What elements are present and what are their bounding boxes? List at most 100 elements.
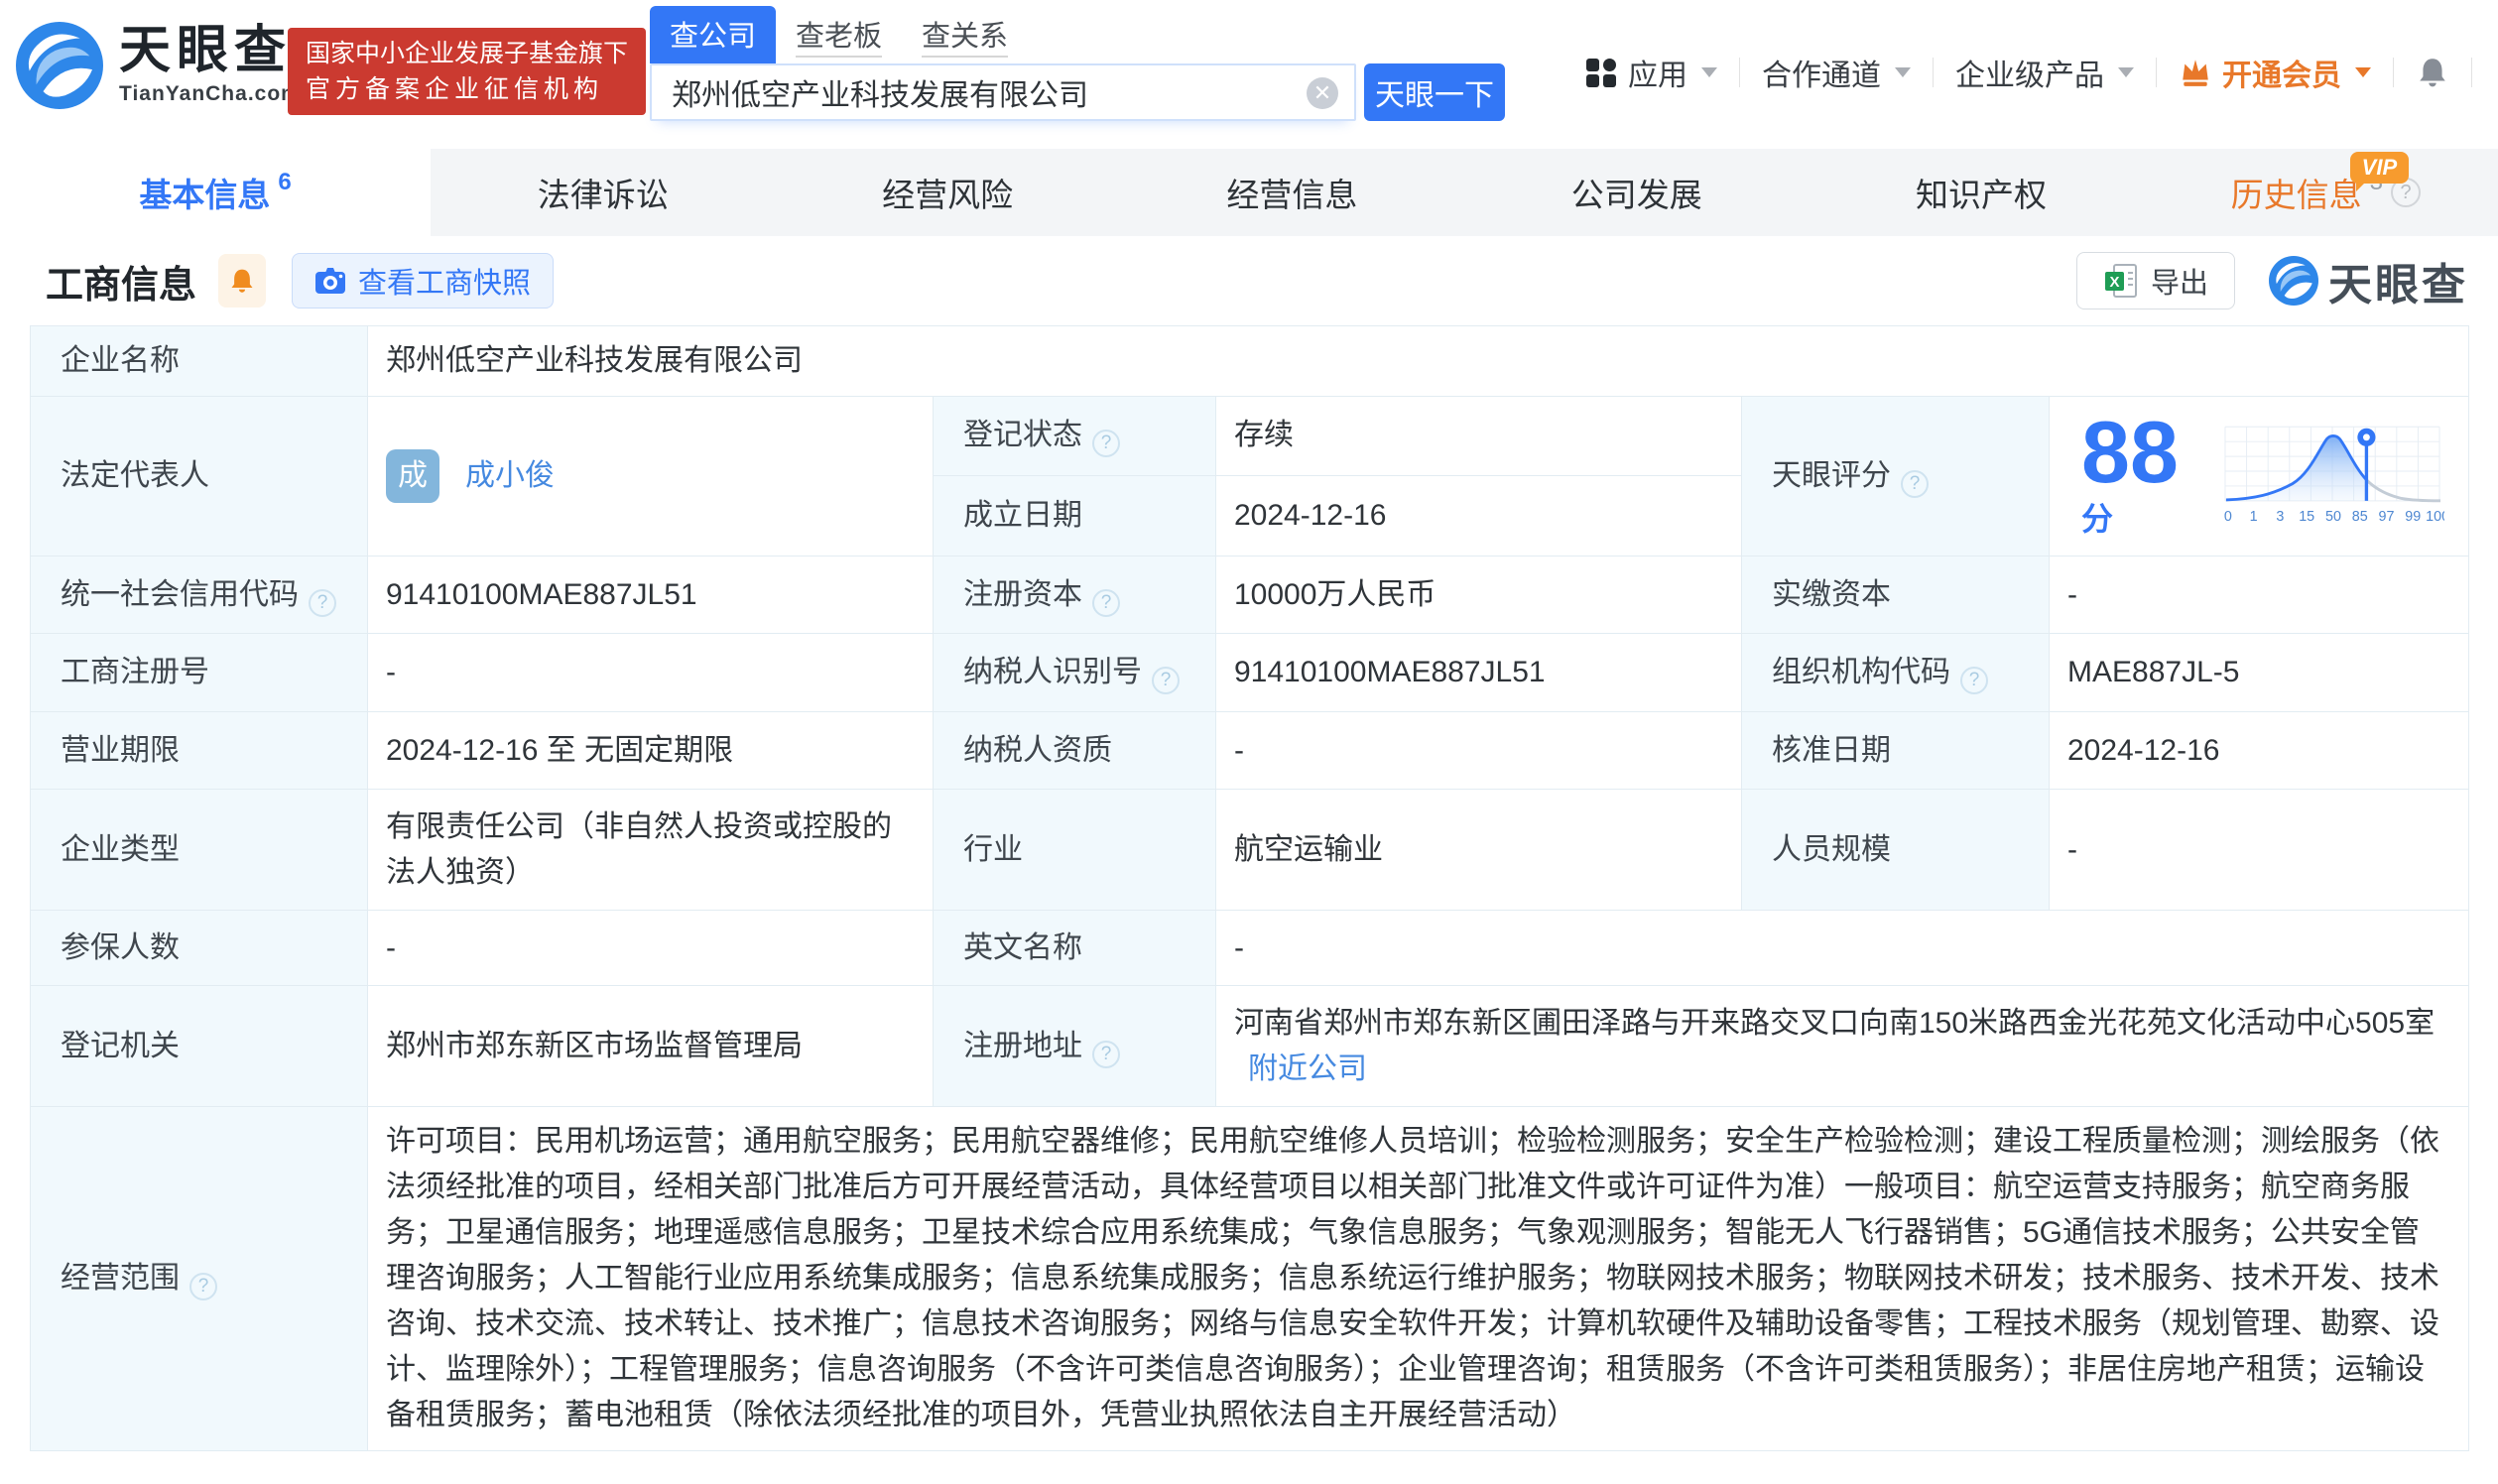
nav-apps[interactable]: 应用: [1562, 51, 1739, 94]
tianyancha-swirl-icon: [16, 22, 103, 109]
business-info-table: 企业名称 郑州低空产业科技发展有限公司 法定代表人 成 成小俊 登记状态 存续 …: [30, 325, 2469, 1451]
search-area: 查公司 查老板 查关系 天眼一下: [650, 6, 1505, 121]
tab-basic-info-count: 6: [278, 169, 291, 196]
tab-history[interactable]: 历史信息 3 VIP: [2154, 149, 2498, 236]
cell-insured-count-value: -: [368, 911, 934, 986]
cell-industry-label: 行业: [934, 790, 1216, 911]
cell-insured-count-label: 参保人数: [31, 911, 368, 986]
nav-notifications[interactable]: [2394, 56, 2471, 89]
cell-approval-date-label: 核准日期: [1742, 712, 2050, 790]
bell-icon: [228, 267, 256, 295]
vip-crown-icon: [2179, 56, 2212, 89]
cell-company-type-label: 企业类型: [31, 790, 368, 911]
tab-risk[interactable]: 经营风险: [775, 149, 1119, 236]
table-row: 经营范围 许可项目：民用机场运营；通用航空服务；民用航空器维修；民用航空维修人员…: [31, 1107, 2469, 1451]
cell-credit-code-label: 统一社会信用代码: [31, 556, 368, 634]
tab-operating-info-label: 经营信息: [1226, 169, 1357, 216]
nav-user-name: 肖青羽: [2494, 51, 2498, 94]
help-icon[interactable]: [1092, 589, 1120, 617]
tab-operating-info[interactable]: 经营信息: [1120, 149, 1464, 236]
cell-org-code-value: MAE887JL-5: [2050, 634, 2469, 712]
export-button[interactable]: X 导出: [2076, 252, 2235, 309]
chevron-down-icon: [2118, 67, 2134, 77]
nav-enterprise-label: 企业级产品: [1955, 51, 2104, 94]
app-grid-icon: [1584, 56, 1618, 89]
legal-rep-link[interactable]: 成小俊: [465, 453, 555, 499]
help-icon[interactable]: [1901, 470, 1929, 498]
business-info-sectionbar: 工商信息 查看工商快照 X 导出: [0, 236, 2498, 325]
tab-basic-info[interactable]: 基本信息 6: [0, 149, 431, 236]
cell-reg-status-value: 存续: [1216, 397, 1742, 476]
svg-text:99: 99: [2406, 509, 2422, 525]
snapshot-button[interactable]: 查看工商快照: [292, 253, 554, 309]
cell-english-name-label: 英文名称: [934, 911, 1216, 986]
help-icon[interactable]: [189, 1273, 217, 1300]
search-tab-company[interactable]: 查公司: [650, 6, 776, 63]
clear-icon[interactable]: [1307, 77, 1338, 109]
svg-text:15: 15: [2299, 509, 2314, 525]
help-icon[interactable]: [1092, 1041, 1120, 1068]
search-tab-relation[interactable]: 查关系: [902, 6, 1028, 63]
search-button[interactable]: 天眼一下: [1364, 63, 1505, 121]
cell-industry-value: 航空运输业: [1216, 790, 1742, 911]
svg-text:85: 85: [2352, 509, 2368, 525]
legal-rep-avatar: 成: [386, 449, 439, 503]
tab-basic-info-label: 基本信息: [139, 169, 270, 216]
help-icon[interactable]: [1960, 667, 1988, 694]
table-row: 企业名称 郑州低空产业科技发展有限公司: [31, 326, 2469, 397]
tab-risk-label: 经营风险: [882, 169, 1013, 216]
tab-intellectual-property[interactable]: 知识产权: [1809, 149, 2153, 236]
tab-legal[interactable]: 法律诉讼: [431, 149, 775, 236]
cell-company-type-value: 有限责任公司（非自然人投资或控股的法人独资）: [368, 790, 934, 911]
nav-open-vip[interactable]: 开通会员: [2157, 51, 2393, 94]
page-header: 天眼查 TianYanCha.com 国家中小企业发展子基金旗下 官方备案企业征…: [0, 0, 2498, 149]
nav-apps-label: 应用: [1628, 51, 1687, 94]
nav-user[interactable]: 肖青羽: [2472, 51, 2498, 94]
score-axis-ticks: 0 1 3 15 50 85 97 99 100: [2224, 509, 2444, 525]
nearby-companies-link[interactable]: 附近公司: [1248, 1052, 1367, 1085]
help-icon[interactable]: [1092, 430, 1120, 457]
svg-text:100: 100: [2426, 509, 2444, 525]
svg-text:1: 1: [2250, 509, 2258, 525]
cell-taxpayer-quality-value: -: [1216, 712, 1742, 790]
cell-paidin-capital-value: -: [2050, 556, 2469, 634]
cell-reg-number-value: -: [368, 634, 934, 712]
nav-partner-label: 合作通道: [1762, 51, 1881, 94]
svg-text:3: 3: [2277, 509, 2285, 525]
search-tabs: 查公司 查老板 查关系: [650, 6, 1505, 63]
cell-paidin-capital-label: 实缴资本: [1742, 556, 2050, 634]
table-row: 企业类型 有限责任公司（非自然人投资或控股的法人独资） 行业 航空运输业 人员规…: [31, 790, 2469, 911]
score-distribution-chart: 0 1 3 15 50 85 97 99 100: [2224, 424, 2444, 529]
help-icon[interactable]: [1152, 667, 1180, 694]
watermark-name: 天眼查: [2328, 249, 2468, 312]
table-row: 参保人数 - 英文名称 -: [31, 911, 2469, 986]
score-number: 88: [2081, 403, 2179, 501]
company-search-input[interactable]: [650, 63, 1356, 121]
search-tab-boss[interactable]: 查老板: [776, 6, 902, 63]
cell-company-name-label: 企业名称: [31, 326, 368, 397]
subscribe-bell-button[interactable]: [218, 254, 266, 308]
nav-partner[interactable]: 合作通道: [1740, 51, 1933, 94]
cell-org-code-label: 组织机构代码: [1742, 634, 2050, 712]
chevron-down-icon: [1701, 67, 1717, 77]
tab-development[interactable]: 公司发展: [1464, 149, 1809, 236]
gov-badge-line2: 官方备案企业征信机构: [306, 71, 628, 107]
nav-enterprise[interactable]: 企业级产品: [1934, 51, 2156, 94]
gov-certification-badge: 国家中小企业发展子基金旗下 官方备案企业征信机构: [288, 28, 646, 115]
cell-legal-rep-label: 法定代表人: [31, 397, 368, 556]
help-icon[interactable]: [309, 589, 336, 617]
vip-badge: VIP: [2350, 152, 2409, 184]
table-row: 工商注册号 - 纳税人识别号 91410100MAE887JL51 组织机构代码…: [31, 634, 2469, 712]
cell-reg-address-value: 河南省郑州市郑东新区圃田泽路与开来路交叉口向南150米路西金光花苑文化活动中心5…: [1216, 986, 2469, 1107]
brand-logo[interactable]: 天眼查 TianYanCha.com: [16, 22, 301, 109]
export-button-label: 导出: [2151, 260, 2208, 302]
cell-reg-status-label: 登记状态: [934, 397, 1216, 476]
cell-reg-authority-label: 登记机关: [31, 986, 368, 1107]
cell-business-scope-value: 许可项目：民用机场运营；通用航空服务；民用航空器维修；民用航空维修人员培训；检验…: [368, 1107, 2469, 1451]
svg-text:X: X: [2109, 274, 2119, 291]
tianyancha-swirl-icon: [2269, 256, 2318, 306]
cell-establish-date-value: 2024-12-16: [1216, 475, 1742, 556]
chevron-down-icon: [1895, 67, 1911, 77]
svg-text:50: 50: [2325, 509, 2341, 525]
excel-icon: X: [2103, 262, 2139, 300]
